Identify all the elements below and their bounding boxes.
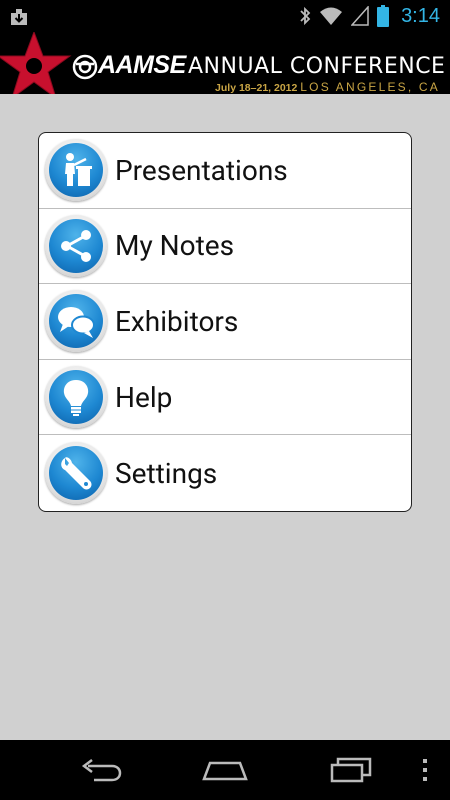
menu-item-help[interactable]: Help bbox=[39, 360, 411, 436]
conference-title: ANNUAL CONFERENCE bbox=[188, 54, 446, 79]
wifi-icon bbox=[320, 7, 343, 25]
conference-subtitle: July 18–21, 2012 LOS ANGELES, CA bbox=[215, 80, 440, 94]
chat-bubbles-icon bbox=[58, 307, 95, 339]
lightbulb-icon bbox=[63, 380, 89, 417]
wrench-icon bbox=[61, 457, 92, 490]
menu-item-my-notes[interactable]: My Notes bbox=[39, 209, 411, 285]
share-icon bbox=[61, 229, 91, 262]
overflow-menu-icon[interactable] bbox=[418, 755, 432, 785]
main-menu: Presentations My Notes Exhibitors Help S… bbox=[38, 132, 412, 512]
brand-name: AAMSE bbox=[98, 51, 186, 79]
home-icon[interactable] bbox=[200, 755, 250, 785]
battery-icon bbox=[377, 5, 390, 27]
menu-item-label: My Notes bbox=[115, 229, 235, 263]
recent-apps-icon[interactable] bbox=[328, 755, 374, 785]
status-bar: 3:14 bbox=[0, 0, 450, 32]
navigation-bar bbox=[0, 740, 450, 800]
clock-time: 3:14 bbox=[401, 4, 440, 27]
download-icon bbox=[11, 9, 27, 25]
presenter-icon bbox=[65, 153, 92, 187]
bluetooth-icon bbox=[300, 6, 311, 26]
menu-item-settings[interactable]: Settings bbox=[39, 435, 411, 511]
aamse-logo-icon bbox=[72, 54, 98, 80]
menu-item-label: Settings bbox=[115, 456, 218, 490]
cell-signal-icon bbox=[351, 6, 369, 26]
menu-item-label: Exhibitors bbox=[115, 304, 239, 338]
conference-banner: AAMSE ANNUAL CONFERENCE July 18–21, 2012… bbox=[0, 32, 450, 94]
back-icon[interactable] bbox=[78, 755, 124, 785]
menu-item-exhibitors[interactable]: Exhibitors bbox=[39, 284, 411, 360]
star-logo-icon bbox=[0, 32, 72, 94]
menu-item-presentations[interactable]: Presentations bbox=[39, 133, 411, 209]
conference-location: LOS ANGELES, CA bbox=[300, 80, 440, 94]
menu-item-label: Help bbox=[115, 380, 173, 414]
conference-dates: July 18–21, 2012 bbox=[215, 82, 298, 94]
menu-item-label: Presentations bbox=[115, 153, 288, 187]
